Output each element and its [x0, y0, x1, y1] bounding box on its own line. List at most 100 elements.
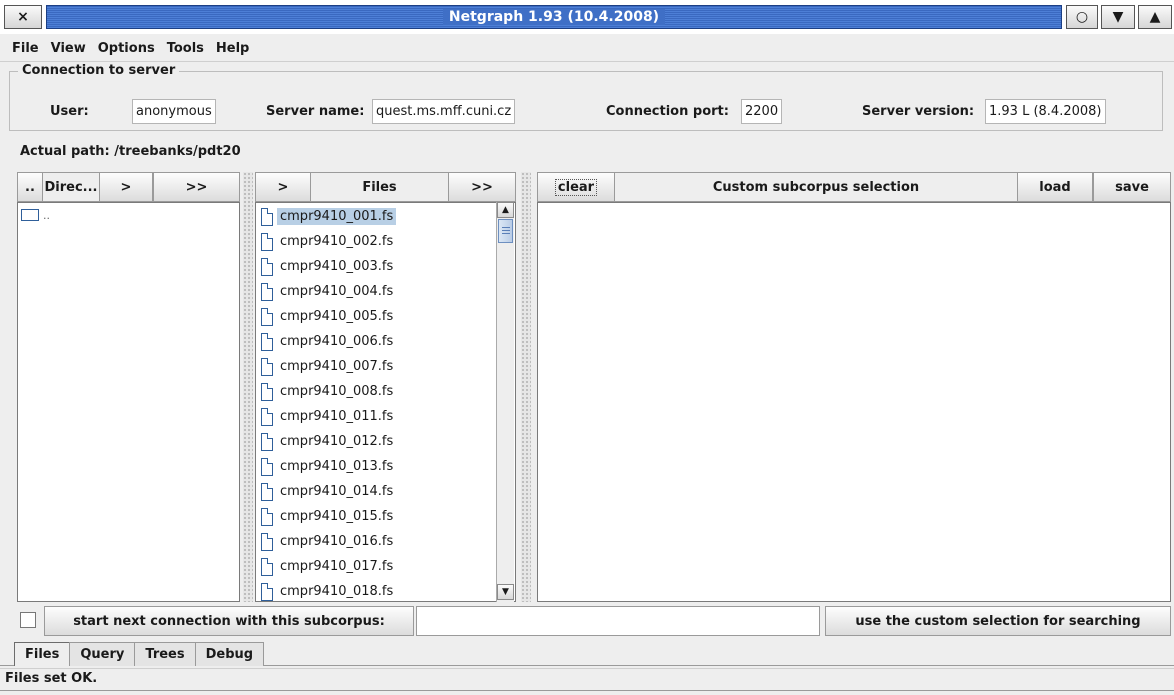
connection-group: Connection to server User: anonymous Ser… [9, 63, 1163, 131]
file-item-label: cmpr9410_016.fs [280, 534, 394, 549]
tab-files[interactable]: Files [14, 642, 71, 666]
file-icon [261, 257, 273, 276]
tab-debug[interactable]: Debug [194, 642, 265, 666]
file-icon [261, 332, 273, 351]
file-item-label: cmpr9410_006.fs [280, 334, 394, 349]
shade-window-button[interactable]: ▲ [1138, 5, 1172, 29]
file-icon [261, 582, 273, 601]
connection-port-field: 2200 [741, 99, 783, 124]
title-drag-area[interactable]: Netgraph 1.93 (10.4.2008) [46, 5, 1062, 29]
file-item-label: cmpr9410_018.fs [280, 584, 394, 599]
file-icon [261, 432, 273, 451]
folder-icon [21, 209, 39, 221]
list-item[interactable]: cmpr9410_005.fs [256, 304, 515, 329]
tab-trees[interactable]: Trees [134, 642, 196, 666]
file-item-label: cmpr9410_004.fs [280, 284, 394, 299]
status-bar: Files set OK. [0, 668, 1174, 690]
file-item-label: cmpr9410_011.fs [280, 409, 394, 424]
list-item[interactable]: cmpr9410_008.fs [256, 379, 515, 404]
file-icon [261, 507, 273, 526]
menu-options[interactable]: Options [98, 41, 155, 56]
list-item[interactable]: cmpr9410_006.fs [256, 329, 515, 354]
menu-view[interactable]: View [51, 41, 86, 56]
start-next-connection-button[interactable]: start next connection with this subcorpu… [44, 606, 414, 636]
file-item-label: cmpr9410_012.fs [280, 434, 394, 449]
file-icon [261, 382, 273, 401]
menu-bar: File View Options Tools Help [0, 36, 1174, 62]
file-item-label: cmpr9410_007.fs [280, 359, 394, 374]
file-icon [261, 357, 273, 376]
directories-title: Direc... [43, 172, 99, 202]
menu-help[interactable]: Help [216, 41, 249, 56]
list-item[interactable]: cmpr9410_013.fs [256, 454, 515, 479]
list-item[interactable]: cmpr9410_003.fs [256, 254, 515, 279]
window-title: Netgraph 1.93 (10.4.2008) [442, 9, 666, 25]
dir-add-button[interactable]: > [99, 172, 153, 202]
list-item[interactable]: cmpr9410_018.fs [256, 579, 515, 601]
scroll-up-arrow-icon[interactable]: ▲ [497, 202, 514, 218]
list-item[interactable]: cmpr9410_002.fs [256, 229, 515, 254]
left-splitter[interactable] [243, 172, 253, 602]
list-item[interactable]: .. [18, 203, 239, 227]
scroll-down-arrow-icon[interactable]: ▼ [497, 584, 514, 600]
list-item[interactable]: cmpr9410_011.fs [256, 404, 515, 429]
file-item-label: cmpr9410_017.fs [280, 559, 394, 574]
server-name-label: Server name: [266, 104, 365, 119]
load-button[interactable]: load [1017, 172, 1093, 202]
user-label: User: [50, 104, 89, 119]
files-scrollbar[interactable]: ▲ ▼ [496, 202, 514, 602]
file-icon [261, 407, 273, 426]
user-field: anonymous [132, 99, 216, 124]
list-item[interactable]: cmpr9410_004.fs [256, 279, 515, 304]
list-item[interactable]: cmpr9410_016.fs [256, 529, 515, 554]
list-item[interactable]: cmpr9410_017.fs [256, 554, 515, 579]
file-icon [261, 482, 273, 501]
file-icon [261, 207, 273, 226]
file-icon [261, 307, 273, 326]
iconify-window-button[interactable]: ○ [1066, 5, 1098, 29]
tab-query[interactable]: Query [69, 642, 136, 666]
tab-bar: Files Query Trees Debug [14, 642, 265, 666]
clear-button-label: clear [554, 178, 598, 196]
custom-selection-title: Custom subcorpus selection [615, 172, 1017, 202]
file-icon [261, 557, 273, 576]
title-bar: × Netgraph 1.93 (10.4.2008) ○ ▼ ▲ [0, 0, 1174, 34]
use-custom-selection-button[interactable]: use the custom selection for searching [825, 606, 1171, 636]
server-version-label: Server version: [862, 104, 975, 119]
actual-path: Actual path: /treebanks/pdt20 [20, 144, 241, 159]
subcorpus-name-input[interactable] [416, 606, 820, 636]
menu-tools[interactable]: Tools [167, 41, 204, 56]
list-item[interactable]: cmpr9410_001.fs [256, 204, 515, 229]
file-add-all-button[interactable]: >> [448, 172, 516, 202]
list-item[interactable]: cmpr9410_012.fs [256, 429, 515, 454]
list-item[interactable]: cmpr9410_015.fs [256, 504, 515, 529]
file-icon [261, 232, 273, 251]
dir-up-button[interactable]: .. [17, 172, 43, 202]
files-list[interactable]: cmpr9410_001.fs cmpr9410_002.fs cmpr9410_0… [255, 202, 516, 602]
clear-button[interactable]: clear [537, 172, 615, 202]
directories-header: .. Direc... > >> [17, 172, 240, 202]
menu-file[interactable]: File [12, 41, 39, 56]
custom-selection-list[interactable] [537, 202, 1171, 602]
files-title: Files [311, 172, 448, 202]
bottom-strip [0, 690, 1174, 695]
list-item[interactable]: cmpr9410_014.fs [256, 479, 515, 504]
list-item[interactable]: cmpr9410_007.fs [256, 354, 515, 379]
connection-legend: Connection to server [18, 63, 180, 78]
file-item-label: cmpr9410_002.fs [280, 234, 394, 249]
save-button[interactable]: save [1093, 172, 1171, 202]
maximize-window-button[interactable]: ▼ [1101, 5, 1135, 29]
custom-selection-header: clear Custom subcorpus selection load sa… [537, 172, 1171, 202]
right-splitter[interactable] [521, 172, 531, 602]
directories-list[interactable]: .. [17, 202, 240, 602]
subcorpus-checkbox[interactable] [20, 612, 36, 628]
file-add-button[interactable]: > [255, 172, 311, 202]
file-icon [261, 457, 273, 476]
file-icon [261, 282, 273, 301]
dir-add-all-button[interactable]: >> [153, 172, 240, 202]
file-item-label: cmpr9410_013.fs [280, 459, 394, 474]
close-window-button[interactable]: × [4, 5, 42, 29]
file-item-label: cmpr9410_014.fs [280, 484, 394, 499]
files-header: > Files >> [255, 172, 516, 202]
scroll-thumb[interactable] [498, 219, 513, 243]
